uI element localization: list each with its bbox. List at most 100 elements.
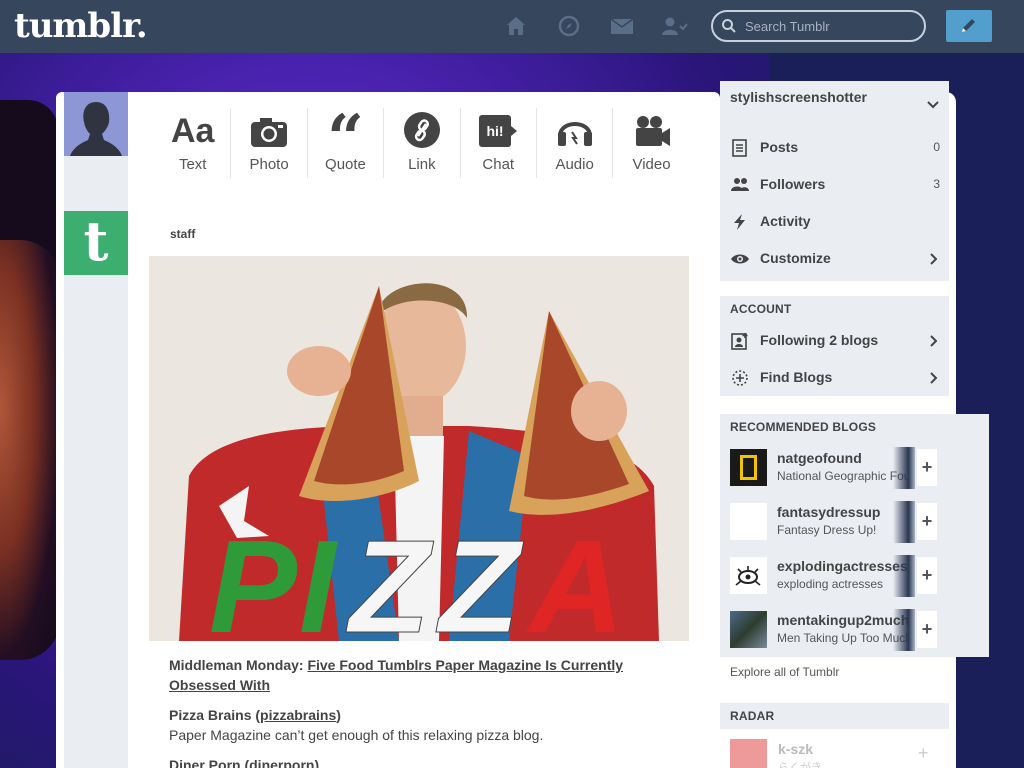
radar-blog[interactable]: k-szk らくがき + xyxy=(720,735,949,768)
quote-icon: “ xyxy=(327,112,364,148)
recommended-blogs: RECOMMENDED BLOGS natgeofound National G… xyxy=(720,414,989,657)
blog-avatar[interactable] xyxy=(730,739,767,768)
item-title: Diner Porn ( xyxy=(169,757,250,768)
compass-icon[interactable] xyxy=(557,14,581,38)
background-figure-arm xyxy=(0,240,60,660)
blog-link[interactable]: dinerporn xyxy=(249,757,314,768)
sidebar-item-label: Following 2 blogs xyxy=(760,332,879,348)
svg-text:Z: Z xyxy=(435,513,524,641)
follow-button[interactable]: + xyxy=(918,743,929,764)
svg-text:P: P xyxy=(209,513,298,641)
intro-label: Middleman Monday: xyxy=(169,657,304,673)
home-icon[interactable] xyxy=(504,14,528,38)
post-body: Middleman Monday: Five Food Tumblrs Pape… xyxy=(169,655,669,768)
blog-menu: stylishscreenshotter Posts 0 Followers 3… xyxy=(720,81,949,281)
recommended-blog[interactable]: fantasydressup Fantasy Dress Up! + xyxy=(730,501,985,543)
blog-avatar[interactable] xyxy=(730,449,767,486)
sidebar-item-activity[interactable]: Activity xyxy=(730,207,940,237)
user-avatar[interactable] xyxy=(64,92,128,156)
blog-avatar[interactable] xyxy=(730,557,767,594)
item-description: Paper Magazine can’t get enough of this … xyxy=(169,727,544,743)
blog-name[interactable]: stylishscreenshotter xyxy=(730,89,867,105)
follow-button[interactable]: + xyxy=(917,503,937,540)
sidebar-item-followers[interactable]: Followers 3 xyxy=(730,170,940,200)
post-type-video[interactable]: Video xyxy=(613,108,689,178)
post-type-label: Video xyxy=(632,156,671,173)
chevron-down-icon[interactable] xyxy=(927,101,939,109)
staff-avatar[interactable]: t xyxy=(64,211,128,275)
tumblr-logo[interactable]: tumblr. xyxy=(14,6,148,46)
activity-icon xyxy=(734,214,745,230)
account-section: ACCOUNT Following 2 blogs Find Blogs xyxy=(720,296,949,396)
search-icon xyxy=(722,19,736,33)
sidebar-item-label: Customize xyxy=(760,250,831,266)
follow-button[interactable]: + xyxy=(917,449,937,486)
find-blogs-icon xyxy=(732,370,748,386)
recommended-blog[interactable]: explodingactresses exploding actresses + xyxy=(730,555,985,597)
sidebar-item-count: 0 xyxy=(933,140,940,154)
blog-name[interactable]: k-szk xyxy=(778,741,813,757)
account-icon[interactable] xyxy=(661,14,688,38)
post-type-label: Quote xyxy=(325,156,366,173)
post-type-text[interactable]: Aa Text xyxy=(155,108,232,178)
post-type-photo[interactable]: Photo xyxy=(231,108,308,178)
link-icon xyxy=(403,112,440,148)
pizza-text: P I Z Z A xyxy=(209,513,624,642)
chevron-right-icon xyxy=(930,372,938,384)
post-intro: Middleman Monday: Five Food Tumblrs Pape… xyxy=(169,655,669,695)
mail-icon[interactable] xyxy=(609,14,634,38)
post-type-chat[interactable]: hi! Chat xyxy=(461,108,537,178)
pencil-icon xyxy=(962,19,975,32)
post-type-link[interactable]: Link xyxy=(384,108,461,178)
follow-button[interactable]: + xyxy=(917,611,937,648)
fade-overlay xyxy=(893,501,915,543)
recommended-blog[interactable]: natgeofound National Geographic Found + xyxy=(730,447,985,489)
post-type-label: Chat xyxy=(482,156,515,173)
item-close: ) xyxy=(336,707,341,723)
item-title: Pizza Brains ( xyxy=(169,707,261,723)
search-input[interactable] xyxy=(745,17,915,35)
post-type-label: Text xyxy=(178,156,207,173)
sidebar-item-posts[interactable]: Posts 0 xyxy=(730,133,940,163)
blog-link[interactable]: pizzabrains xyxy=(260,707,336,723)
video-icon xyxy=(635,116,670,146)
sidebar-item-find-blogs[interactable]: Find Blogs xyxy=(730,363,940,393)
search-box[interactable] xyxy=(711,10,926,42)
compose-button[interactable] xyxy=(946,10,992,42)
radar-header: RADAR xyxy=(730,709,775,723)
sidebar-item-count: 3 xyxy=(933,177,940,191)
item-close: ) xyxy=(314,757,320,768)
explore-link[interactable]: Explore all of Tumblr xyxy=(730,665,839,679)
blog-description: らくがき xyxy=(778,762,822,768)
svg-text:hi!: hi! xyxy=(487,123,504,139)
radar-section: RADAR xyxy=(720,703,949,729)
follow-button[interactable]: + xyxy=(917,557,937,594)
post-type-label: Audio xyxy=(555,156,594,173)
account-header: ACCOUNT xyxy=(730,302,792,316)
sidebar-item-following[interactable]: Following 2 blogs xyxy=(730,326,940,356)
svg-text:Z: Z xyxy=(345,513,434,641)
chat-icon: hi! xyxy=(479,115,518,147)
posts-icon xyxy=(732,139,747,157)
post-image[interactable]: P I Z Z A xyxy=(149,256,689,641)
post-type-audio[interactable]: Audio xyxy=(537,108,614,178)
camera-icon xyxy=(251,118,288,147)
svg-text:A: A xyxy=(526,513,624,641)
sidebar-item-label: Activity xyxy=(760,213,811,229)
followers-icon xyxy=(731,178,749,191)
dashboard-edge xyxy=(56,92,64,768)
sidebar-item-customize[interactable]: Customize xyxy=(730,244,940,274)
post-author[interactable]: staff xyxy=(170,227,195,241)
blog-avatar[interactable] xyxy=(730,611,767,648)
eye-icon xyxy=(731,254,749,264)
post-type-bar: Aa Text Photo “ Quote Link hi! Chat Audi… xyxy=(155,108,690,178)
post-type-quote[interactable]: “ Quote xyxy=(308,108,385,178)
svg-text:I: I xyxy=(299,513,338,641)
headphones-icon xyxy=(557,122,592,146)
post-type-label: Photo xyxy=(249,156,289,173)
recommended-blog[interactable]: mentakingup2much Men Taking Up Too Much … xyxy=(730,609,985,651)
following-icon xyxy=(731,333,748,350)
blog-avatar[interactable] xyxy=(730,503,767,540)
chevron-right-icon xyxy=(930,335,938,347)
post-item: Diner Porn (dinerporn) xyxy=(169,755,669,768)
